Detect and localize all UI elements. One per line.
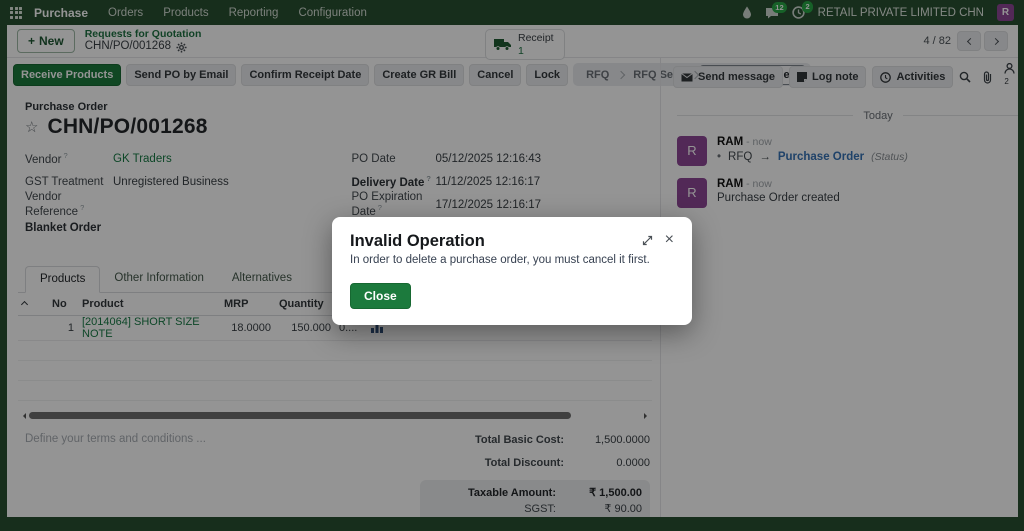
dialog-close-button[interactable]: Close — [350, 283, 411, 309]
expand-icon[interactable] — [642, 235, 653, 246]
dialog-message: In order to delete a purchase order, you… — [350, 254, 650, 266]
invalid-operation-dialog: Invalid Operation × In order to delete a… — [332, 217, 692, 325]
close-icon[interactable]: × — [665, 232, 674, 248]
dialog-title: Invalid Operation — [350, 232, 485, 250]
